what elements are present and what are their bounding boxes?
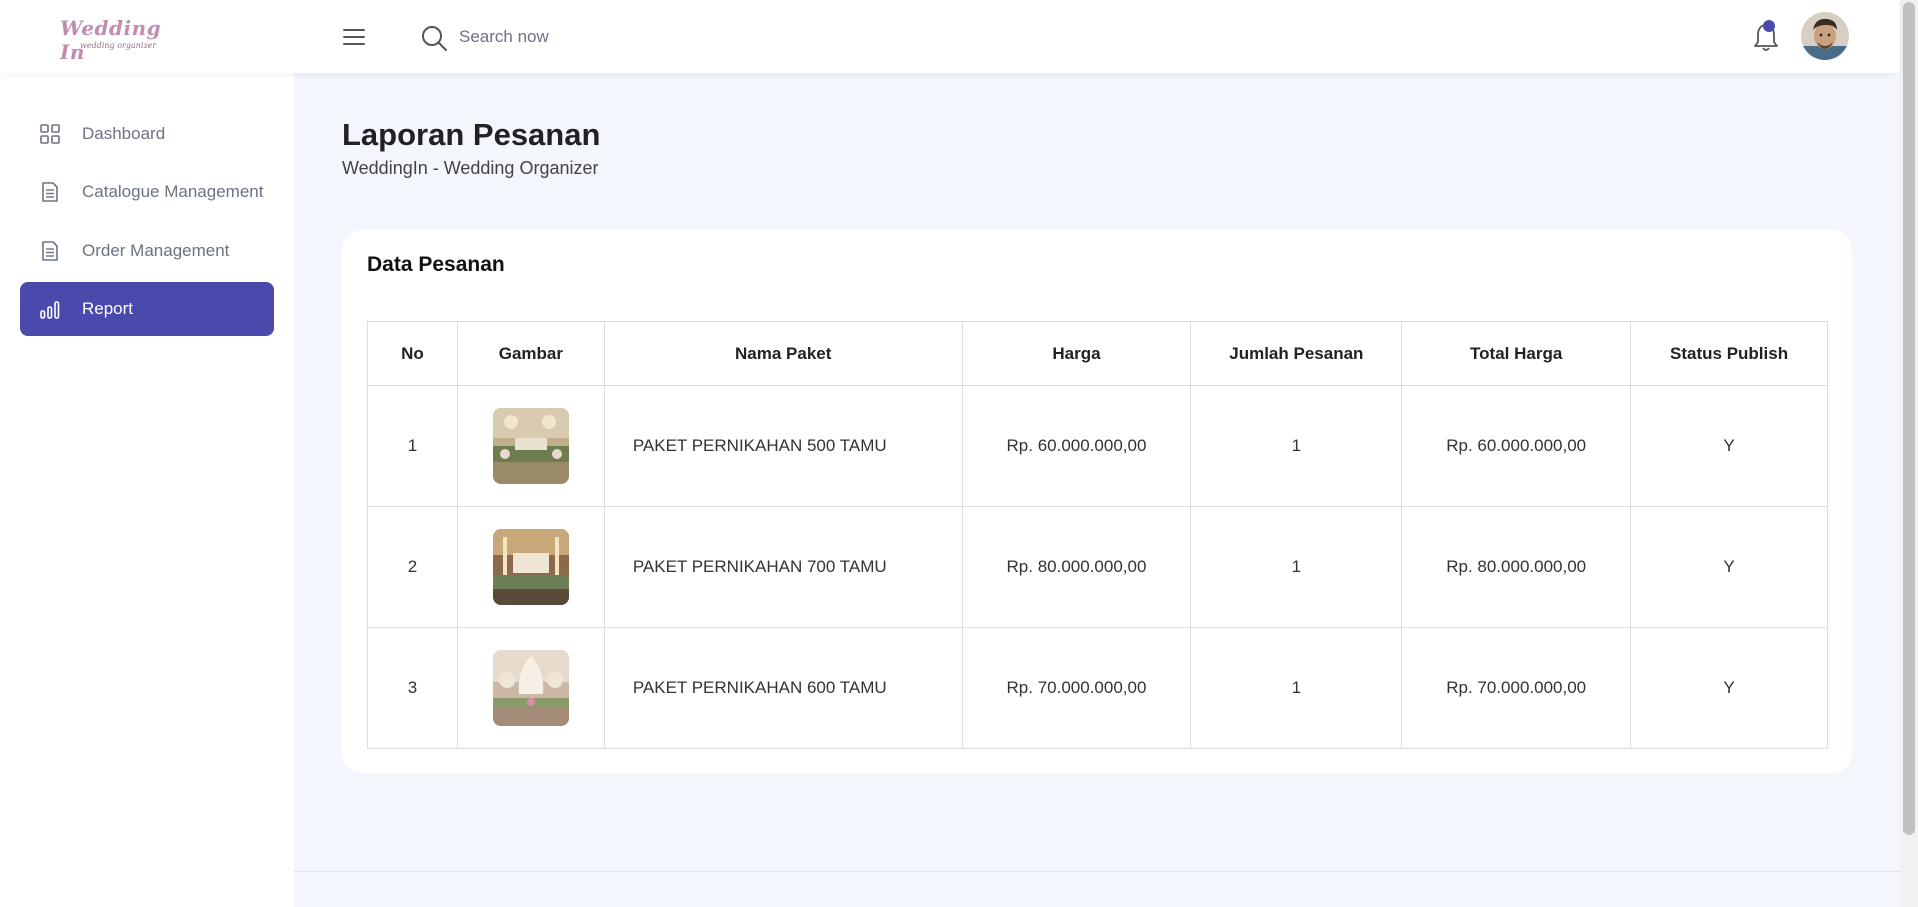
cell-total-price: Rp. 80.000.000,00	[1401, 506, 1632, 628]
cell-total-price: Rp. 60.000.000,00	[1401, 385, 1632, 507]
column-header-total-price: Total Harga	[1401, 321, 1632, 386]
logo-text: Wedding In	[60, 16, 162, 64]
logo-tagline: wedding organizer	[80, 41, 157, 50]
column-header-order-count: Jumlah Pesanan	[1190, 321, 1403, 386]
page-title: Laporan Pesanan	[342, 117, 601, 152]
orders-card: Data Pesanan No Gambar Nama Paket Harga …	[342, 230, 1852, 773]
card-title: Data Pesanan	[367, 253, 505, 276]
sidebar: Dashboard Catalogue Management Order Man…	[0, 73, 294, 907]
sidebar-item-dashboard[interactable]: Dashboard	[20, 107, 274, 161]
menu-toggle-button[interactable]	[338, 24, 370, 50]
cell-package-name: PAKET PERNIKAHAN 700 TAMU	[603, 506, 963, 628]
user-avatar[interactable]	[1801, 12, 1849, 60]
cell-order-count: 1	[1190, 627, 1403, 749]
top-navbar: Wedding In wedding organizer	[0, 0, 1900, 73]
cell-price: Rp. 70.000.000,00	[961, 627, 1192, 749]
sidebar-item-label: Catalogue Management	[82, 182, 264, 201]
wedding-decor-thumbnail	[492, 650, 569, 726]
bar-chart-icon	[40, 299, 60, 319]
hamburger-icon	[343, 29, 365, 31]
cell-publish-status: Y	[1630, 506, 1828, 628]
cell-publish-status: Y	[1630, 385, 1828, 507]
table-row: 2 PAKET PERNIKAHAN 700 TAMU Rp. 80.000.0…	[367, 506, 1828, 628]
page-subtitle: WeddingIn - Wedding Organizer	[342, 158, 599, 178]
cell-package-name: PAKET PERNIKAHAN 600 TAMU	[603, 627, 963, 749]
column-header-no: No	[367, 321, 458, 386]
search-icon	[422, 26, 447, 51]
sidebar-item-label: Dashboard	[82, 124, 166, 143]
wedding-decor-thumbnail	[492, 529, 569, 605]
sidebar-item-catalogue-management[interactable]: Catalogue Management	[20, 165, 274, 219]
sidebar-item-order-management[interactable]: Order Management	[20, 224, 274, 278]
cell-image	[456, 627, 605, 749]
cell-no: 1	[367, 385, 458, 507]
brand-logo[interactable]: Wedding In wedding organizer	[58, 16, 168, 64]
cell-no: 3	[367, 627, 458, 749]
cell-image	[456, 506, 605, 628]
cell-image	[456, 385, 605, 507]
sidebar-item-label: Order Management	[82, 241, 230, 260]
wedding-decor-thumbnail	[492, 408, 569, 484]
table-header-row: No Gambar Nama Paket Harga Jumlah Pesana…	[367, 321, 1828, 386]
column-header-price: Harga	[961, 321, 1192, 386]
avatar-image	[1801, 12, 1849, 60]
table-row: 1 PAKET PERNIKAHAN 500 TAMU Rp. 60.000.0…	[367, 385, 1828, 507]
cell-total-price: Rp. 70.000.000,00	[1401, 627, 1632, 749]
sidebar-item-report[interactable]: Report	[20, 282, 274, 336]
cell-publish-status: Y	[1630, 627, 1828, 749]
column-header-publish-status: Status Publish	[1630, 321, 1828, 386]
notification-badge	[1763, 20, 1775, 32]
sidebar-item-label: Report	[82, 299, 134, 318]
search-input[interactable]	[459, 22, 779, 52]
column-header-image: Gambar	[456, 321, 605, 386]
cell-order-count: 1	[1190, 506, 1403, 628]
cell-no: 2	[367, 506, 458, 628]
document-icon	[40, 182, 60, 202]
cell-price: Rp. 60.000.000,00	[961, 385, 1192, 507]
grid-icon	[40, 124, 60, 144]
scrollbar-thumb[interactable]	[1903, 2, 1915, 835]
cell-order-count: 1	[1190, 385, 1403, 507]
orders-table: No Gambar Nama Paket Harga Jumlah Pesana…	[367, 321, 1828, 749]
cell-price: Rp. 80.000.000,00	[961, 506, 1192, 628]
table-row: 3 PAKET PERNIKAHAN 600 TAMU Rp. 70.000.0…	[367, 627, 1828, 749]
document-icon	[40, 241, 60, 261]
cell-package-name: PAKET PERNIKAHAN 500 TAMU	[603, 385, 963, 507]
footer-divider	[294, 871, 1900, 872]
column-header-package-name: Nama Paket	[603, 321, 963, 386]
